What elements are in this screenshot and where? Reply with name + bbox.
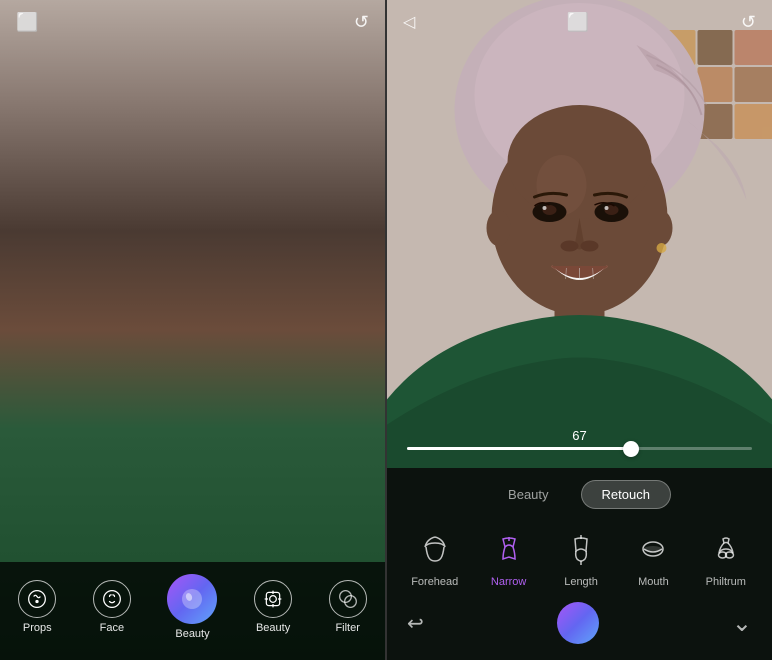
left-top-icons: ⬜ ↺	[0, 12, 385, 33]
mouth-icon	[631, 527, 675, 571]
beauty-main-label: Beauty	[175, 628, 209, 640]
narrow-button[interactable]: Narrow	[487, 527, 531, 588]
filter-label: Filter	[335, 622, 359, 634]
mouth-button[interactable]: Mouth	[631, 527, 675, 588]
face-button[interactable]: Face	[93, 580, 131, 634]
features-row: Forehead Narrow	[387, 519, 772, 592]
beauty-icon	[254, 580, 292, 618]
retouch-tab[interactable]: Retouch	[581, 480, 671, 509]
bottom-actions: ↩ ⌄	[387, 592, 772, 644]
filter-button[interactable]: Filter	[329, 580, 367, 634]
right-top-icons: ◁ ⬜ ↺	[387, 12, 772, 33]
beauty-tab[interactable]: Beauty	[488, 480, 568, 509]
philtrum-button[interactable]: Philtrum	[704, 527, 748, 588]
face-label: Face	[100, 622, 124, 634]
right-square-icon: ⬜	[567, 12, 589, 33]
philtrum-icon	[704, 527, 748, 571]
left-toolbar: Props Face Beauty	[0, 562, 385, 660]
face-icon	[93, 580, 131, 618]
slider-fill	[407, 447, 631, 450]
beauty-ball[interactable]	[557, 602, 599, 644]
slider-value-label: 67	[407, 428, 752, 443]
forehead-icon	[413, 527, 457, 571]
forehead-button[interactable]: Forehead	[411, 527, 458, 588]
beauty-button[interactable]: Beauty	[254, 580, 292, 634]
forehead-label: Forehead	[411, 576, 458, 588]
right-panel: ◁ ⬜ ↺ 67 Beauty Retouch	[387, 0, 772, 660]
length-icon	[559, 527, 603, 571]
props-button[interactable]: Props	[18, 580, 56, 634]
beauty-gradient-icon	[167, 574, 217, 624]
narrow-label: Narrow	[491, 576, 526, 588]
right-refresh-icon: ↺	[741, 12, 756, 33]
reset-icon[interactable]: ↩	[407, 611, 424, 636]
props-icon	[18, 580, 56, 618]
left-refresh-icon: ↺	[354, 12, 369, 33]
filter-icon	[329, 580, 367, 618]
beauty-label: Beauty	[256, 622, 290, 634]
right-bottom-panel: Beauty Retouch Forehead	[387, 468, 772, 660]
back-icon[interactable]: ◁	[403, 12, 415, 33]
left-background	[0, 0, 385, 660]
left-panel: ⬜ ↺ Props Face	[0, 0, 385, 660]
slider-container: 67	[387, 428, 772, 450]
slider-thumb[interactable]	[623, 441, 639, 457]
props-label: Props	[23, 622, 52, 634]
philtrum-label: Philtrum	[706, 576, 746, 588]
slider-track[interactable]	[407, 447, 752, 450]
mouth-label: Mouth	[638, 576, 669, 588]
length-button[interactable]: Length	[559, 527, 603, 588]
left-square-icon: ⬜	[16, 12, 38, 33]
chevron-down-icon[interactable]: ⌄	[732, 609, 752, 638]
tabs-row: Beauty Retouch	[387, 468, 772, 519]
beauty-main-button[interactable]: Beauty	[167, 574, 217, 640]
narrow-icon	[487, 527, 531, 571]
length-label: Length	[564, 576, 598, 588]
